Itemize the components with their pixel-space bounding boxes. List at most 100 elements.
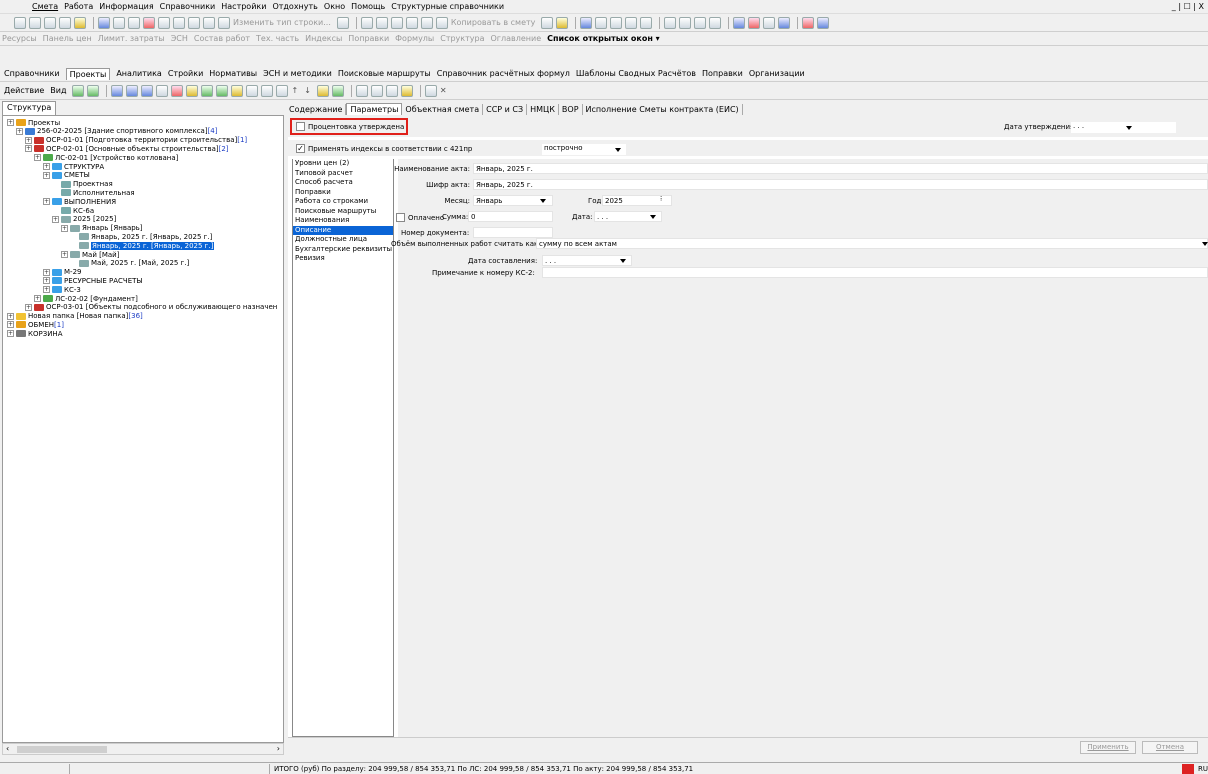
expand-icon[interactable] [52,181,59,188]
tree-expand-icon[interactable] [360,16,373,29]
apply-index-dropdown-icon[interactable] [615,148,621,152]
menu-item-5[interactable]: Отдохнуть [272,2,317,11]
month-dropdown-icon[interactable] [540,199,546,203]
tree-node[interactable]: Январь, 2025 г. [Январь, 2025 г.] [70,241,215,250]
grid-icon[interactable] [44,16,56,29]
params-list-item[interactable]: Уровни цен (2) [293,159,393,169]
car-icon[interactable] [748,16,761,29]
toolbar-tab-6[interactable]: Индексы [305,34,342,43]
table-icon[interactable] [231,84,244,97]
grid5-icon[interactable] [400,84,413,97]
doc-icon[interactable] [156,84,169,97]
save-icon[interactable] [98,16,110,29]
eye2-icon[interactable] [817,16,830,29]
insert2-icon[interactable] [173,16,185,29]
expand-icon[interactable]: + [7,330,14,338]
main-tab-10[interactable]: Организации [749,69,805,78]
apply-index-checkbox[interactable]: ✓ Применять индексы в соответствии с 421п… [296,144,472,153]
tree-icon[interactable] [14,16,26,29]
params-list-item[interactable]: Работа со строками [293,197,393,207]
group-green-icon[interactable] [331,84,344,97]
settings3-icon[interactable] [610,16,623,29]
expand-icon[interactable]: + [43,198,50,206]
undo-icon[interactable] [128,16,140,29]
tree-node[interactable]: Май, 2025 г. [Май, 2025 г.] [70,259,189,268]
insert3-icon[interactable] [188,16,200,29]
tree-node[interactable]: Проектная [52,180,113,189]
hat-icon[interactable] [763,16,776,29]
copy-to-estimate-button[interactable]: Копировать в смету [451,18,536,27]
expand-icon[interactable] [70,260,77,267]
act-code-input[interactable]: Январь, 2025 г. [473,179,1208,190]
nav2-icon[interactable] [87,84,100,97]
expand-icon[interactable] [70,233,77,240]
eye-icon[interactable] [802,16,815,29]
settings5-icon[interactable] [640,16,653,29]
expand-icon[interactable] [261,84,274,97]
chart3-icon[interactable] [171,84,184,97]
params-list-item[interactable]: Поправки [293,188,393,198]
params-list-item[interactable]: Ревизия [293,254,393,264]
print-icon[interactable] [424,84,437,97]
main-tab-6[interactable]: Поисковые маршруты [338,69,431,78]
align1-icon[interactable] [664,16,677,29]
toolbar-tab-9[interactable]: Структура [440,34,484,43]
expand-icon[interactable]: + [43,268,50,276]
align3-icon[interactable] [694,16,707,29]
open-windows-list[interactable]: Список открытых окон ▾ [547,34,660,43]
tree-node[interactable]: + КОРЗИНА [7,329,62,338]
expand-icon[interactable]: + [43,277,50,285]
search-icon[interactable] [113,16,125,29]
expand-icon[interactable]: + [16,127,23,135]
tree-node[interactable]: +2025 [2025] [52,215,116,224]
view-menu[interactable]: Вид [50,86,66,95]
tree-node[interactable]: КС-6а [52,206,94,215]
tree-node[interactable]: + М-29 [43,268,81,277]
toolbar-tab-4[interactable]: Состав работ [194,34,250,43]
insert-icon[interactable] [158,16,170,29]
align4-icon[interactable] [709,16,722,29]
expand-icon[interactable]: + [43,286,50,294]
copy-icon[interactable] [420,16,433,29]
expand-icon[interactable]: + [61,251,68,258]
menu-item-2[interactable]: Информация [99,2,153,11]
toolbar-tab-8[interactable]: Формулы [395,34,434,43]
detail-tab-4[interactable]: НМЦК [527,104,559,115]
expand-icon[interactable]: + [7,119,14,126]
delete-icon[interactable] [336,16,349,29]
detail-tab-5[interactable]: ВОР [559,104,583,115]
calc-icon[interactable] [59,16,71,29]
tree-hscrollbar[interactable]: ‹ › [2,743,284,755]
detail-tab-6[interactable]: Исполнение Сметы контракта (ЕИС) [583,104,743,115]
toolbar-tab-1[interactable]: Панель цен [43,34,92,43]
folder-icon[interactable] [556,16,569,29]
align2-icon[interactable] [679,16,692,29]
toolbar-tab-3[interactable]: ЭСН [171,34,188,43]
year-spinner-icon[interactable]: ⁝ [660,195,662,203]
group-icon[interactable] [203,16,215,29]
menu-item-0[interactable]: Смета [32,2,58,11]
main-tab-9[interactable]: Поправки [702,69,743,78]
expand-icon[interactable]: + [25,145,32,153]
expand-icon[interactable] [70,242,77,249]
grid3-icon[interactable] [370,84,383,97]
compose-date-dropdown-icon[interactable] [620,259,626,263]
expand-icon[interactable]: + [7,321,14,329]
tree-node[interactable]: + ВЫПОЛНЕНИЯ [43,197,116,206]
tree-node[interactable]: + СТРУКТУРА [43,162,104,171]
tree-collapse-icon[interactable] [375,16,388,29]
volume-select[interactable]: сумму по всем актам [536,238,1208,249]
params-list-item[interactable]: Бухгалтерские реквизиты [293,245,393,255]
chart4-icon[interactable] [186,84,199,97]
date-dropdown-icon[interactable] [650,215,656,219]
approval-date-field[interactable]: . . . [1071,122,1176,133]
tree-node[interactable]: Исполнительная [52,188,135,197]
main-tab-8[interactable]: Шаблоны Сводных Расчётов [576,69,696,78]
copy-sm-icon[interactable] [541,16,554,29]
bar-chart-icon[interactable] [126,84,139,97]
tree-node[interactable]: Январь, 2025 г. [Январь, 2025 г.] [70,232,212,241]
params-list-item[interactable]: Способ расчета [293,178,393,188]
cancel-button[interactable]: Отмена [1142,741,1198,754]
main-tab-7[interactable]: Справочник расчётных формул [437,69,570,78]
params-list-item[interactable]: Наименования [293,216,393,226]
